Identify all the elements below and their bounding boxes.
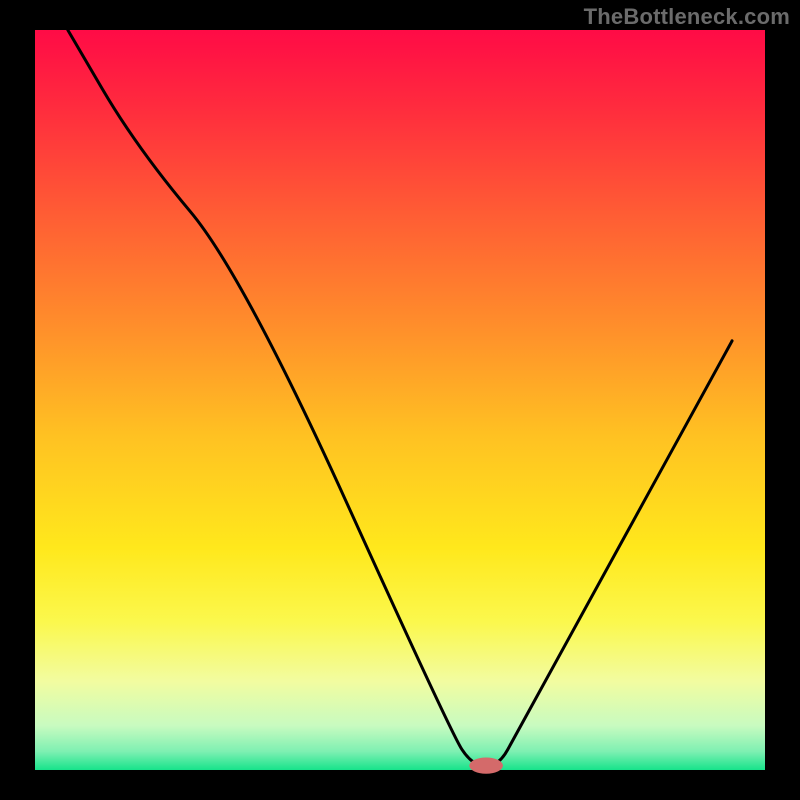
plot-background <box>35 30 765 770</box>
chart-canvas: TheBottleneck.com <box>0 0 800 800</box>
watermark-text: TheBottleneck.com <box>584 4 790 30</box>
bottleneck-chart <box>0 0 800 800</box>
optimal-point-marker <box>469 758 503 774</box>
